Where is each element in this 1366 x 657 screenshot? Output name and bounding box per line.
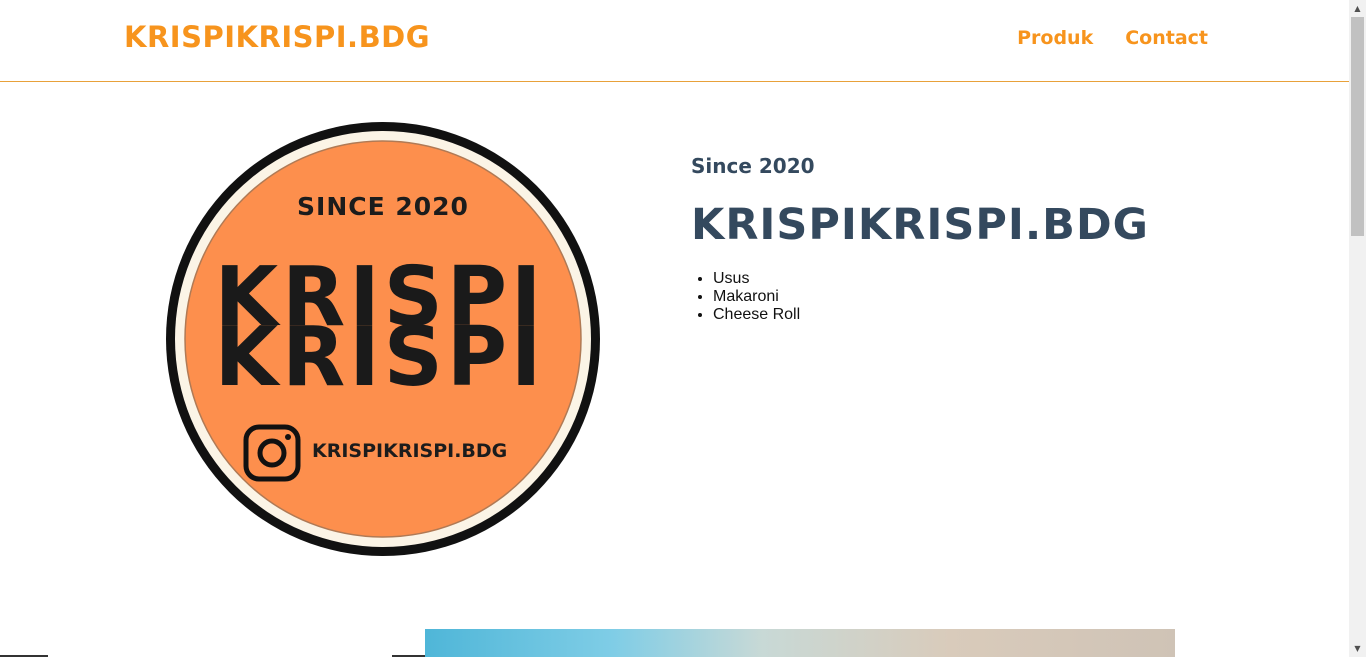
brand-logo: SINCE 2020 KRISPI KRISPI KRISPIKRISPI.BD… xyxy=(164,120,602,558)
brand-link[interactable]: KRISPIKRISPI.BDG xyxy=(124,20,430,54)
chevron-up-icon[interactable]: ▲ xyxy=(1349,0,1366,17)
vertical-scrollbar[interactable]: ▲ ▼ xyxy=(1349,0,1366,657)
since-label: Since 2020 xyxy=(691,154,815,178)
page: KRISPIKRISPI.BDG Produk Contact SINCE 20… xyxy=(0,0,1349,657)
nav-link-produk[interactable]: Produk xyxy=(1017,27,1093,49)
chevron-down-icon[interactable]: ▼ xyxy=(1349,640,1366,657)
nav-links: Produk Contact xyxy=(1017,27,1208,49)
nav-link-contact[interactable]: Contact xyxy=(1125,27,1208,49)
product-photo xyxy=(425,629,1175,657)
logo-instagram-handle: KRISPIKRISPI.BDG xyxy=(312,440,507,462)
product-item-cheese-roll: Cheese Roll xyxy=(713,306,1149,324)
product-list: Usus Makaroni Cheese Roll xyxy=(691,270,1149,324)
navbar: KRISPIKRISPI.BDG Produk Contact xyxy=(0,0,1349,82)
logo-word-line-2: KRISPI xyxy=(215,310,546,405)
logo-since-text: SINCE 2020 xyxy=(297,192,469,221)
logo-badge-svg: SINCE 2020 KRISPI KRISPI KRISPIKRISPI.BD… xyxy=(166,122,600,556)
product-item-makaroni: Makaroni xyxy=(713,288,1149,306)
product-item-usus: Usus xyxy=(713,270,1149,288)
scrollbar-thumb[interactable] xyxy=(1351,17,1364,236)
hero-text: Since 2020 KRISPIKRISPI.BDG Usus Makaron… xyxy=(691,154,1149,324)
hero-title: KRISPIKRISPI.BDG xyxy=(691,200,1149,250)
